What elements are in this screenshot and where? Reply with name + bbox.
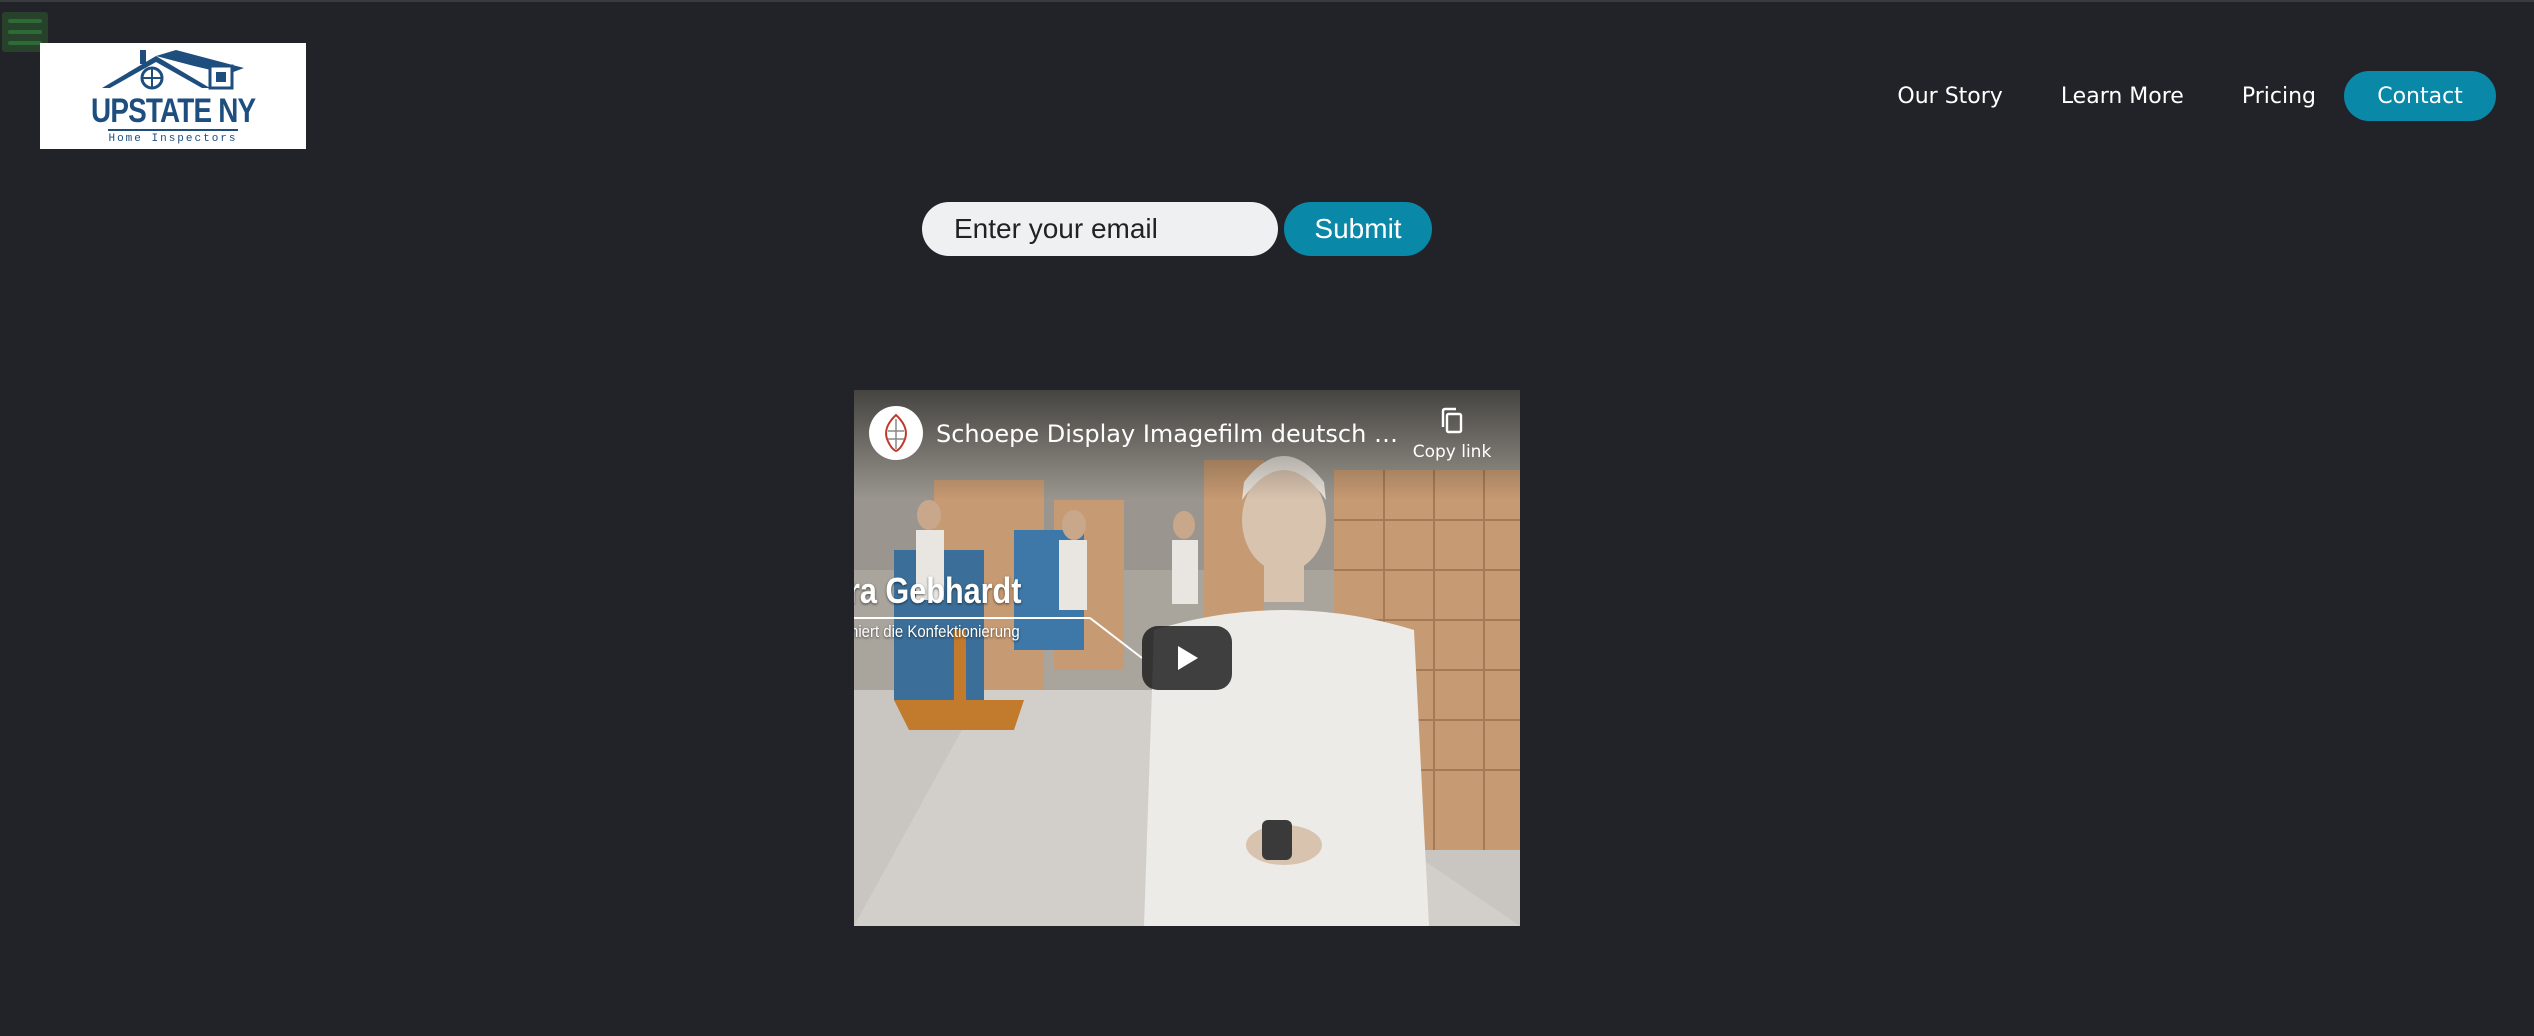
logo-main-text: UPSTATE NY [90, 91, 256, 130]
nav-link-our-story[interactable]: Our Story [1897, 84, 2002, 109]
channel-logo-icon [885, 413, 907, 453]
hamburger-bar [8, 19, 42, 23]
play-button[interactable] [1142, 626, 1232, 690]
email-input[interactable] [922, 202, 1278, 256]
lower-third-name: ra Gebhardt [854, 570, 1022, 611]
lower-third-role: niert die Konfektionierung [854, 622, 1020, 641]
hamburger-bar [8, 30, 42, 34]
email-signup-form: Submit [922, 202, 1432, 256]
channel-avatar[interactable] [869, 406, 923, 460]
logo-sub-text: Home Inspectors [108, 132, 238, 145]
copy-link-button[interactable]: Copy link [1412, 406, 1492, 462]
contact-button[interactable]: Contact [2344, 71, 2496, 121]
page: UPSTATE NY Home Inspectors Our Story Lea… [0, 0, 2534, 1036]
video-title[interactable]: Schoepe Display Imagefilm deutsch 1280x7… [936, 420, 1406, 448]
play-icon [1178, 646, 1198, 670]
submit-button[interactable]: Submit [1284, 202, 1432, 256]
site-logo[interactable]: UPSTATE NY Home Inspectors [40, 43, 306, 149]
hamburger-bar [8, 41, 42, 45]
nav-link-pricing[interactable]: Pricing [2242, 84, 2316, 109]
nav-link-learn-more[interactable]: Learn More [2061, 84, 2184, 109]
copy-icon [1441, 407, 1463, 434]
house-roof-icon [102, 49, 244, 89]
video-embed[interactable]: Schoepe Display Imagefilm deutsch 1280x7… [854, 390, 1520, 926]
copy-link-label: Copy link [1412, 442, 1492, 462]
main-nav: Our Story Learn More Pricing Contact [1839, 71, 2496, 121]
